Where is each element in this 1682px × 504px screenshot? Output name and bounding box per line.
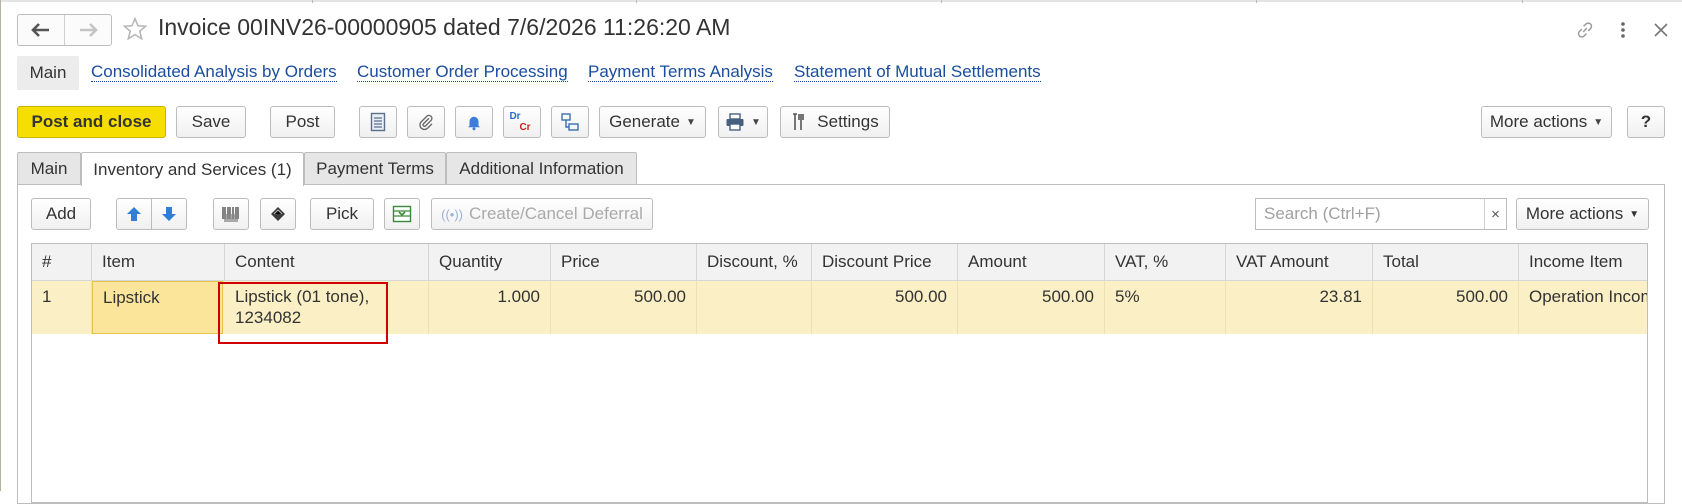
link-button[interactable] (1573, 18, 1597, 42)
cell-amount[interactable]: 500.00 (958, 281, 1105, 334)
favorite-star-button[interactable] (121, 15, 149, 43)
document-list-icon (370, 112, 386, 132)
table-more-actions-button[interactable]: More actions ▼ (1516, 198, 1649, 230)
create-cancel-deferral-button[interactable]: ((•)) Create/Cancel Deferral (431, 198, 653, 230)
table-header: # Item Content Quantity Price Discount, … (32, 244, 1647, 281)
cell-vat-amount[interactable]: 23.81 (1226, 281, 1373, 334)
close-icon (1654, 23, 1668, 37)
dr-label: Dr (509, 111, 521, 122)
table-fill-icon (392, 205, 412, 223)
settings-button[interactable]: Settings (780, 106, 890, 138)
attachments-button[interactable] (407, 106, 445, 138)
structure-button[interactable] (551, 106, 589, 138)
search-box: × (1255, 198, 1507, 230)
top-border (0, 0, 1682, 2)
more-actions-button[interactable]: More actions ▼ (1481, 106, 1612, 138)
generate-button[interactable]: Generate ▼ (599, 106, 706, 138)
back-button[interactable] (18, 15, 64, 45)
link-consolidated-analysis[interactable]: Consolidated Analysis by Orders (91, 63, 337, 82)
col-quantity[interactable]: Quantity (429, 244, 551, 280)
move-up-button[interactable] (116, 198, 152, 230)
forward-arrow-icon (80, 23, 98, 37)
col-discount-price[interactable]: Discount Price (812, 244, 958, 280)
star-icon (122, 16, 148, 41)
cell-quantity[interactable]: 1.000 (429, 281, 551, 334)
create-cancel-deferral-label: Create/Cancel Deferral (469, 204, 643, 223)
tab-main[interactable]: Main (17, 152, 81, 184)
cell-price[interactable]: 500.00 (551, 281, 697, 334)
dropdown-caret-icon: ▼ (751, 116, 761, 128)
section-main[interactable]: Main (17, 56, 79, 90)
handheld-scanner-icon (271, 207, 285, 221)
reminder-button[interactable] (455, 106, 493, 138)
settings-label: Settings (817, 112, 879, 131)
add-button[interactable]: Add (31, 198, 91, 230)
cell-discount-price[interactable]: 500.00 (812, 281, 958, 334)
fill-button[interactable] (384, 198, 420, 230)
cr-label: Cr (519, 122, 531, 133)
link-payment-terms-analysis[interactable]: Payment Terms Analysis (588, 63, 773, 82)
dropdown-caret-icon: ▼ (1593, 116, 1604, 128)
cell-item[interactable]: Lipstick (92, 281, 223, 334)
link-statement-mutual-settlements[interactable]: Statement of Mutual Settlements (794, 63, 1041, 82)
tab-inventory-and-services[interactable]: Inventory and Services (1) (81, 152, 304, 186)
save-button[interactable]: Save (176, 106, 246, 138)
cell-number: 1 (32, 281, 92, 334)
link-customer-order-processing[interactable]: Customer Order Processing (357, 63, 568, 82)
generate-label: Generate (609, 112, 680, 131)
print-button[interactable]: ▼ (718, 106, 768, 138)
cell-discount-pct[interactable] (697, 281, 812, 334)
tab-additional-information[interactable]: Additional Information (446, 152, 637, 184)
back-arrow-icon (31, 23, 49, 37)
bell-icon (468, 116, 480, 131)
post-and-close-button[interactable]: Post and close (17, 106, 166, 138)
more-actions-label: More actions (1489, 112, 1588, 131)
link-icon (1577, 22, 1593, 38)
paperclip-icon (419, 114, 433, 131)
journal-button[interactable] (359, 106, 397, 138)
forward-button[interactable] (64, 15, 111, 45)
close-button[interactable] (1649, 18, 1673, 42)
history-navigation (17, 14, 112, 46)
deferral-icon: ((•)) (441, 206, 463, 222)
pick-button[interactable]: Pick (310, 198, 374, 230)
col-item[interactable]: Item (92, 244, 225, 280)
search-clear-button[interactable]: × (1484, 199, 1506, 229)
cell-total[interactable]: 500.00 (1373, 281, 1519, 334)
hierarchy-icon (561, 113, 579, 131)
cell-vat-pct[interactable]: 5% (1105, 281, 1226, 334)
content-highlight-box (218, 282, 388, 344)
debit-credit-button[interactable]: Dr Cr (503, 106, 541, 138)
menu-button[interactable] (1611, 18, 1635, 42)
scanner-button[interactable] (260, 198, 296, 230)
col-number[interactable]: # (32, 244, 92, 280)
col-vat-pct[interactable]: VAT, % (1105, 244, 1226, 280)
col-amount[interactable]: Amount (958, 244, 1105, 280)
col-price[interactable]: Price (551, 244, 697, 280)
cell-income-item[interactable]: Operation Income (1519, 281, 1647, 334)
help-button[interactable]: ? (1627, 106, 1665, 138)
printer-icon (726, 113, 744, 131)
page-title: Invoice 00INV26-00000905 dated 7/6/2026 … (158, 14, 731, 40)
dropdown-caret-icon: ▼ (685, 116, 696, 128)
col-income-item[interactable]: Income Item (1519, 244, 1647, 280)
search-input[interactable] (1262, 199, 1484, 229)
tools-icon (793, 113, 805, 130)
tab-payment-terms[interactable]: Payment Terms (304, 152, 446, 184)
left-border (0, 0, 1, 491)
post-button[interactable]: Post (270, 106, 335, 138)
col-discount-pct[interactable]: Discount, % (697, 244, 812, 280)
col-content[interactable]: Content (225, 244, 429, 280)
col-total[interactable]: Total (1373, 244, 1519, 280)
table-more-actions-label: More actions (1525, 204, 1624, 223)
kebab-menu-icon (1621, 22, 1625, 38)
col-vat-amount[interactable]: VAT Amount (1226, 244, 1373, 280)
arrow-down-icon (162, 207, 176, 221)
barcode-scanner-icon (222, 207, 239, 222)
barcode-button[interactable] (213, 198, 249, 230)
dr-cr-icon: Dr Cr (509, 111, 531, 133)
move-down-button[interactable] (151, 198, 187, 230)
arrow-up-icon (127, 207, 141, 221)
dropdown-caret-icon: ▼ (1629, 208, 1640, 220)
